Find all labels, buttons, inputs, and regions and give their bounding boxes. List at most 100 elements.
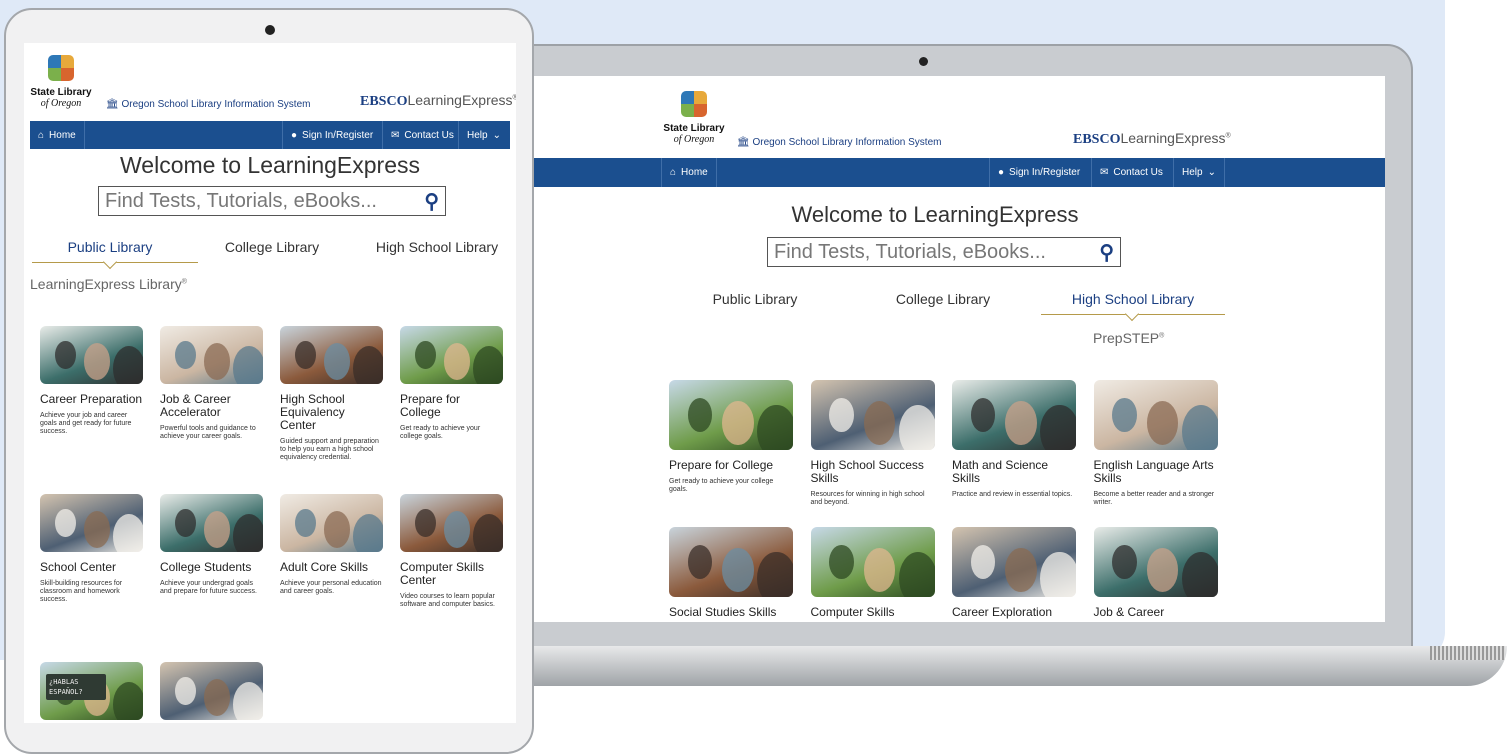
course-card-image[interactable] [952,527,1076,597]
oslis-link[interactable]: 🏛 Oregon School Library Information Syst… [737,137,941,148]
nav-bar: ⌂ Home ● Sign In/Register ✉ Contact Us Help… [30,121,510,149]
photo-figure [204,679,231,716]
course-card[interactable]: Math and Science Skills Practice and revi… [952,380,1076,499]
course-card[interactable]: Prepare for College Get ready to achieve … [400,326,503,441]
course-card-image[interactable] [400,494,503,552]
course-card-description: Powerful tools and guidance to achieve y… [160,425,256,440]
course-card[interactable]: Social Studies Skills [669,527,793,619]
course-card-title[interactable]: High School Equivalency Center [280,393,383,432]
course-card[interactable]: Computer Skills Center Video courses to l… [400,494,503,609]
course-card[interactable]: High School Success Skills Resources for … [810,380,935,507]
course-card-image[interactable] [810,380,935,450]
course-card-title[interactable]: High School Success Skills [811,459,935,485]
course-card[interactable]: ¿HABLAS ESPAÑOL?Recursos Para Hispanohab… [40,662,143,723]
course-card-title[interactable]: Prepare for College [400,393,503,419]
course-card-title[interactable]: Adult Core Skills [280,561,383,574]
course-card-image[interactable] [280,326,383,384]
photo-figure [175,676,196,705]
tab-college-library[interactable]: College Library [212,239,332,255]
course-card[interactable]: English Language Arts Skills Become a bet… [1093,380,1218,507]
page-title: Welcome to LearningExpress [791,202,1079,227]
course-card-image[interactable] [40,326,143,384]
course-card-image[interactable] [1093,527,1218,597]
course-card-title[interactable]: Math and Science Skills [952,459,1076,485]
search-input[interactable]: Find Tests, Tutorials, eBooks... ⚲ [98,186,446,216]
course-card-image[interactable] [400,326,503,384]
photo-figure [970,544,996,579]
course-card-title[interactable]: English Language Arts Skills [1094,459,1218,485]
search-input[interactable]: Find Tests, Tutorials, eBooks... ⚲ [767,237,1121,267]
course-card-description: Practice and review in essential topics. [952,491,1073,498]
tab-college-library[interactable]: College Library [883,291,1003,307]
nav-help[interactable]: Help ⌄ [1173,158,1225,187]
course-card[interactable]: Prepare for College Get ready to achieve … [669,380,793,494]
active-tab-caret [1124,306,1140,322]
oslis-link[interactable]: 🏛 Oregon School Library Information Syst… [106,99,310,110]
course-card-title[interactable]: Computer Skills Center [400,561,503,587]
envelope-icon: ✉ [1100,167,1109,178]
course-card-image[interactable] [810,527,935,597]
tab-high-school-library[interactable]: High School Library [362,239,512,255]
nav-sign-in[interactable]: ● Sign In/Register [282,121,381,149]
nav-bar: ⌂ Home ● Sign In/Register ✉ Contact Us Help… [525,158,1385,187]
photo-figure [113,346,143,384]
course-card-title[interactable]: Prepare for College [669,459,793,472]
course-card-description: Become a better reader and a stronger wr… [1093,491,1215,506]
course-card[interactable]: School Center Skill-building resources fo… [40,494,143,604]
course-card[interactable]: Career Exploration [952,527,1076,619]
nav-help[interactable]: Help ⌄ [458,121,509,149]
nav-home[interactable]: ⌂ Home [30,121,85,149]
search-icon[interactable]: ⚲ [424,189,439,214]
course-card[interactable]: Job & Career Accelerator Powerful tools a… [160,326,263,441]
course-card[interactable]: Job & Career [1093,527,1218,619]
course-card[interactable]: Computer Skills [810,527,935,619]
envelope-icon: ✉ [391,129,400,141]
course-card-image[interactable] [280,494,383,552]
course-card-image[interactable]: ¿HABLAS ESPAÑOL? [40,662,143,720]
course-card-title[interactable]: Career Preparation [40,393,143,406]
course-card[interactable]: College Students Achieve your undergrad g… [160,494,263,596]
course-card-title[interactable]: Career Exploration [952,606,1076,619]
nav-sign-in[interactable]: ● Sign In/Register [989,158,1088,187]
course-card-title[interactable]: Job & Career [1094,606,1218,619]
nav-contact[interactable]: ✉ Contact Us [1091,158,1171,187]
course-card-title[interactable]: School Center [40,561,143,574]
photo-figure [233,346,263,384]
nav-home[interactable]: ⌂ Home [661,158,717,187]
tab-public-library[interactable]: Public Library [695,291,815,307]
search-icon[interactable]: ⚲ [1099,240,1114,265]
chalkboard-text: ¿HABLAS ESPAÑOL? [46,674,106,700]
course-card-title[interactable]: College Students [160,561,263,574]
course-card-image[interactable] [1093,380,1218,450]
photo-figure [863,548,896,593]
tab-high-school-library[interactable]: High School Library [1053,291,1213,307]
course-card-description: Achieve your personal education and care… [280,580,382,595]
course-card[interactable]: Personal Success Skills [160,662,263,723]
course-card-image[interactable] [160,494,263,552]
tab-public-library[interactable]: Public Library [50,239,170,255]
course-card-title[interactable]: Computer Skills [811,606,935,619]
nav-contact[interactable]: ✉ Contact Us [382,121,462,149]
photo-figure [175,508,196,537]
photo-figure [175,340,196,369]
photo-figure [204,343,231,380]
photo-figure [722,548,754,593]
photo-figure [1040,404,1076,450]
course-card-image[interactable] [40,494,143,552]
course-card[interactable]: High School Equivalency Center Guided sup… [280,326,383,462]
course-card-image[interactable] [952,380,1076,450]
course-card-image[interactable] [669,380,793,450]
photo-figure [1181,404,1218,450]
course-card-image[interactable] [160,662,263,720]
course-card-image[interactable] [669,527,793,597]
course-card[interactable]: Career Preparation Achieve your job and c… [40,326,143,436]
laptop-base [478,646,1507,686]
photo-figure [970,397,996,432]
course-card-title[interactable]: Social Studies Skills [669,606,793,619]
chevron-down-icon: ⌄ [1207,167,1216,178]
course-card-title[interactable]: Job & Career Accelerator [160,393,263,419]
photo-figure [113,514,143,552]
photo-figure [722,401,754,446]
course-card[interactable]: Adult Core Skills Achieve your personal e… [280,494,383,596]
course-card-image[interactable] [160,326,263,384]
